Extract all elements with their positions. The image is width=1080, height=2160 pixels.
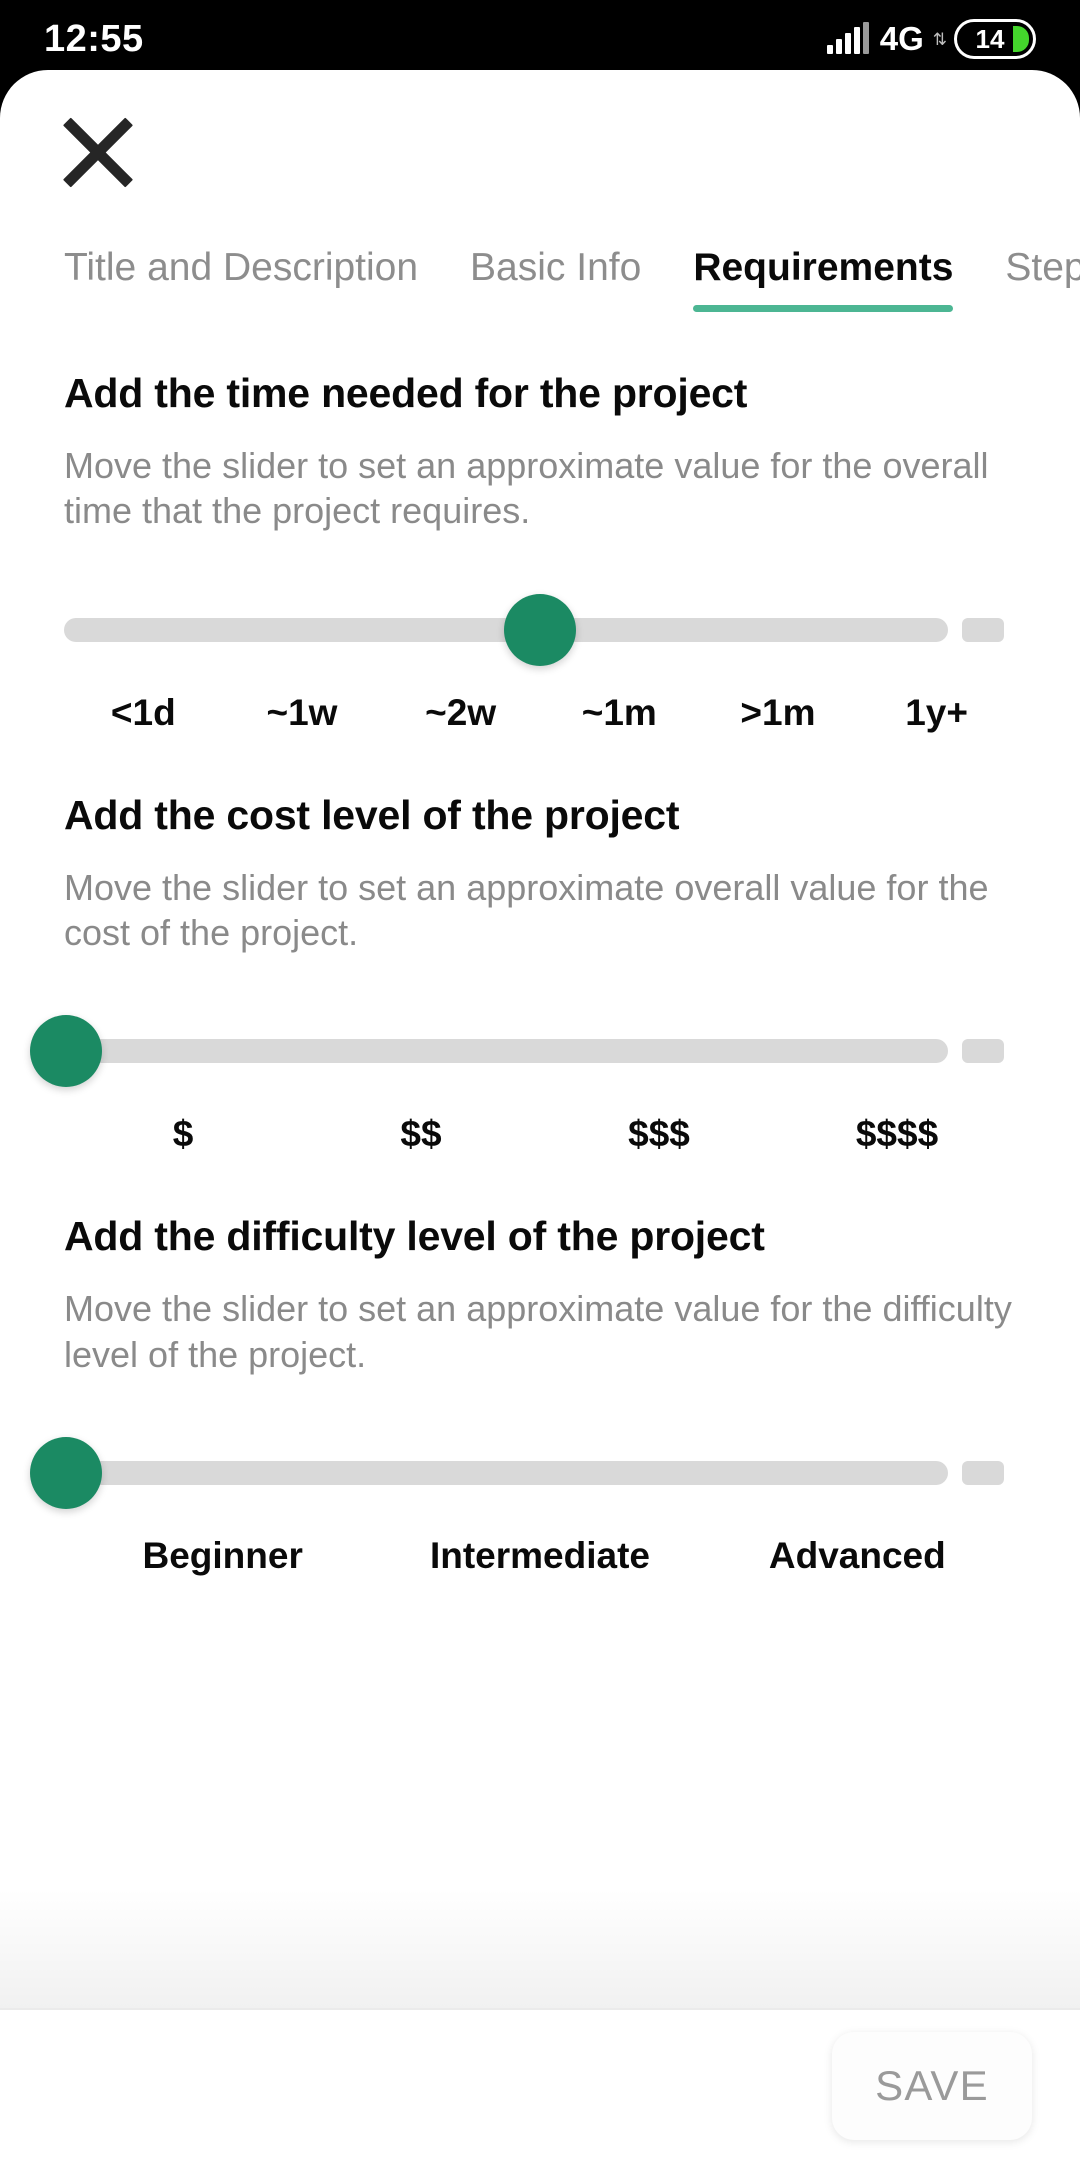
slider-tick-label: $$: [400, 1113, 442, 1155]
section-title: Add the cost level of the project: [64, 791, 680, 838]
app-sheet: Title and Description Basic Info Require…: [0, 70, 1080, 2160]
section-cost: Add the cost level of the project Move t…: [30, 734, 1016, 1156]
header-bar: [0, 70, 1080, 220]
difficulty-slider[interactable]: [30, 1425, 1016, 1521]
close-icon[interactable]: [52, 104, 144, 196]
tab-bar[interactable]: Title and Description Basic Info Require…: [0, 220, 1080, 312]
section-difficulty: Add the difficulty level of the project …: [30, 1155, 1016, 1577]
cost-slider-scale: $ $$ $$$ $$$$: [64, 1113, 1016, 1155]
slider-tick-label: Intermediate: [429, 1535, 650, 1577]
cost-slider[interactable]: [30, 1003, 1016, 1099]
status-time: 12:55: [44, 17, 144, 60]
slider-tick-label: $: [172, 1113, 194, 1155]
time-slider[interactable]: [64, 582, 1016, 678]
slider-thumb[interactable]: [504, 593, 576, 666]
slider-tick-label: $$$$: [855, 1113, 939, 1155]
slider-track-end: [962, 617, 1004, 642]
tab-steps[interactable]: Steps: [1005, 246, 1080, 312]
tab-basic-info[interactable]: Basic Info: [470, 246, 641, 312]
status-bar: 12:55 4G ⇅ 14: [0, 0, 1080, 78]
section-time: Add the time needed for the project Move…: [64, 312, 1016, 734]
sections-container: Add the time needed for the project Move…: [0, 312, 1080, 1577]
slider-tick-label: ~2w: [425, 691, 497, 733]
tab-requirements[interactable]: Requirements: [693, 246, 954, 312]
battery-icon: 14: [954, 19, 1036, 59]
slider-track-end: [962, 1461, 1004, 1486]
slider-tick-label: <1d: [110, 691, 176, 733]
slider-thumb[interactable]: [30, 1437, 102, 1510]
slider-track[interactable]: [64, 1461, 948, 1486]
status-indicators: 4G ⇅ 14: [826, 19, 1036, 59]
slider-tick-label: ~1w: [266, 691, 338, 733]
slider-thumb[interactable]: [30, 1015, 102, 1088]
slider-tick-label: Advanced: [768, 1535, 946, 1577]
slider-tick-label: $$$: [628, 1113, 690, 1155]
battery-level-label: 14: [975, 23, 1005, 54]
tab-title-and-description[interactable]: Title and Description: [64, 246, 418, 312]
network-type-label: 4G: [879, 20, 924, 57]
signal-bars-icon: [826, 22, 869, 54]
phone-screen: 12:55 4G ⇅ 14 Title and Description Basi…: [0, 0, 1080, 2160]
section-title: Add the time needed for the project: [64, 370, 748, 416]
bottom-scroll-fade: [0, 1888, 1080, 2008]
bottom-action-bar: SAVE: [0, 2008, 1080, 2160]
slider-tick-label: >1m: [740, 691, 816, 733]
slider-track[interactable]: [64, 1039, 948, 1064]
slider-tick-label: ~1m: [581, 691, 657, 733]
slider-track-end: [962, 1039, 1004, 1064]
section-title: Add the difficulty level of the project: [64, 1213, 765, 1260]
difficulty-slider-scale: Beginner Intermediate Advanced: [64, 1535, 1016, 1577]
time-slider-scale: <1d ~1w ~2w ~1m >1m 1y+: [64, 692, 1016, 734]
section-description: Move the slider to set an approximate va…: [64, 445, 989, 532]
battery-fill: [1013, 26, 1029, 52]
save-button[interactable]: SAVE: [832, 2032, 1032, 2140]
section-description: Move the slider to set an approximate va…: [64, 1288, 1012, 1375]
slider-tick-label: Beginner: [142, 1535, 303, 1577]
section-description: Move the slider to set an approximate ov…: [64, 866, 989, 954]
data-transfer-arrows-icon: ⇅: [932, 29, 947, 49]
slider-tick-label: 1y+: [905, 691, 968, 733]
